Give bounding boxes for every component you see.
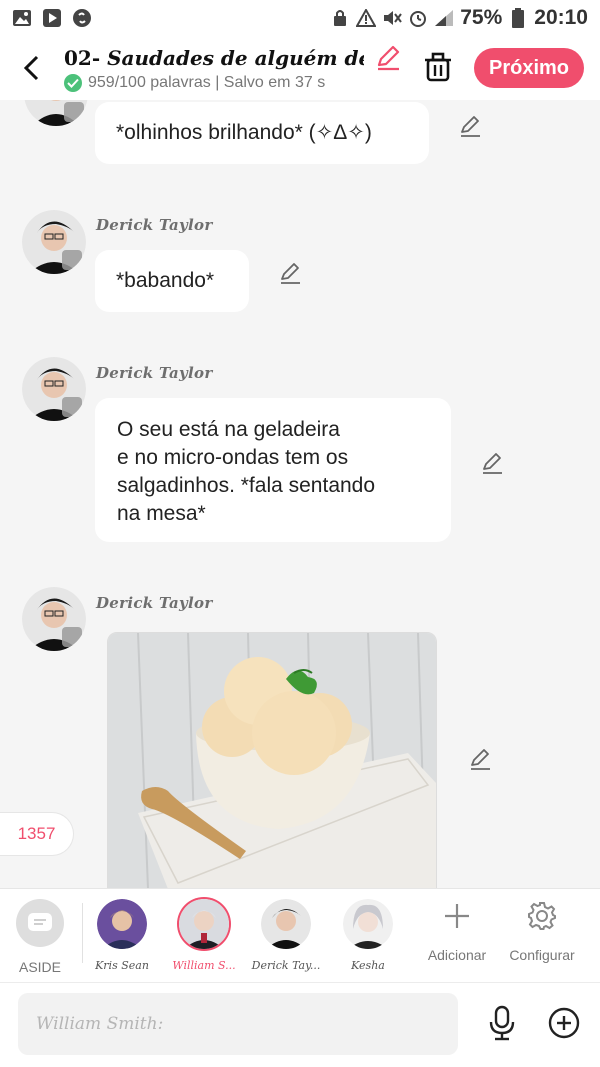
add-character-button[interactable]: Adicionar <box>412 899 502 963</box>
character-derick-taylor[interactable]: Derick Tay... <box>246 899 326 972</box>
shazam-icon <box>72 8 92 28</box>
character-name: Derick Tay... <box>251 959 321 972</box>
lock-sim-icon <box>330 8 350 28</box>
message-line: O seu está na geladeira <box>117 418 340 441</box>
character-bar: ASIDE Kris Sean William S... Derick Tay.… <box>0 888 600 982</box>
aside-icon <box>16 899 64 947</box>
message-input[interactable]: William Smith: <box>18 993 458 1055</box>
play-store-icon <box>42 8 62 28</box>
message-bubble[interactable]: *babando* <box>95 250 249 312</box>
ice-cream-image[interactable] <box>107 632 437 888</box>
plus-icon <box>440 899 474 933</box>
add-media-icon[interactable] <box>548 1007 580 1039</box>
warning-icon <box>356 8 377 28</box>
author-name: Derick Taylor <box>96 216 213 234</box>
check-icon <box>64 74 82 92</box>
avatar <box>97 899 147 949</box>
aside-label: ASIDE <box>18 959 61 975</box>
input-bar: William Smith: <box>0 982 600 1067</box>
battery-icon <box>508 8 528 28</box>
avatar[interactable] <box>22 357 86 421</box>
word-count-status: 959/100 palavras | Salvo em 37 s <box>88 74 326 91</box>
avatar <box>261 899 311 949</box>
avatar[interactable] <box>24 100 88 126</box>
gear-icon <box>525 899 559 933</box>
character-william-smith[interactable]: William S... <box>164 899 244 972</box>
mute-icon <box>382 8 403 28</box>
add-label: Adicionar <box>427 947 487 963</box>
avatar[interactable] <box>22 587 86 651</box>
title-text: Saudades de alguém desco... <box>107 46 364 70</box>
avatar[interactable] <box>22 210 86 274</box>
microphone-icon[interactable] <box>486 1005 518 1041</box>
edit-message-icon[interactable] <box>458 114 482 138</box>
message-line: e no micro-ondas tem os <box>117 446 349 469</box>
message-line: na mesa* <box>117 502 206 525</box>
alarm-icon <box>408 8 428 28</box>
edit-message-icon[interactable] <box>278 261 302 285</box>
story-title: 02- Saudades de alguém desco... <box>64 46 364 70</box>
message-text: *babando* <box>116 269 215 292</box>
edit-message-icon[interactable] <box>480 451 504 475</box>
author-name: Derick Taylor <box>96 594 213 612</box>
back-button[interactable] <box>18 54 46 82</box>
edit-title-icon[interactable] <box>374 44 402 72</box>
battery-percent: 75% <box>460 6 503 29</box>
gallery-icon <box>12 8 32 28</box>
author-name: Derick Taylor <box>96 364 213 382</box>
chat-area[interactable]: *olhinhos brilhando* (✧Δ✧) Derick Taylor… <box>0 100 600 888</box>
signal-icon <box>434 8 454 28</box>
configure-label: Configurar <box>509 947 575 963</box>
character-name: Kesha <box>351 959 385 972</box>
character-count-badge: 1357 <box>0 812 74 856</box>
message-line: salgadinhos. *fala sentando <box>117 474 376 497</box>
next-button[interactable]: Próximo <box>474 48 584 88</box>
title-prefix: 02- <box>64 46 108 70</box>
status-bar: 75% 20:10 <box>0 0 600 36</box>
message-bubble[interactable]: *olhinhos brilhando* (✧Δ✧) <box>95 102 429 164</box>
character-name: Kris Sean <box>95 959 149 972</box>
editor-header: 02- Saudades de alguém desco... 959/100 … <box>0 36 600 100</box>
message-text: *olhinhos brilhando* (✧Δ✧) <box>116 121 372 144</box>
avatar <box>343 899 393 949</box>
edit-message-icon[interactable] <box>468 747 492 771</box>
aside-button[interactable]: ASIDE <box>12 899 68 975</box>
message-bubble[interactable]: O seu está na geladeira e no micro-ondas… <box>95 398 451 542</box>
trash-icon[interactable] <box>424 52 452 82</box>
save-status: 959/100 palavras | Salvo em 37 s <box>64 74 325 92</box>
avatar <box>179 899 229 949</box>
clock: 20:10 <box>534 6 588 29</box>
configure-button[interactable]: Configurar <box>497 899 587 963</box>
character-name: William S... <box>172 959 236 972</box>
character-kris-sean[interactable]: Kris Sean <box>82 899 162 972</box>
character-kesha[interactable]: Kesha <box>328 899 408 972</box>
